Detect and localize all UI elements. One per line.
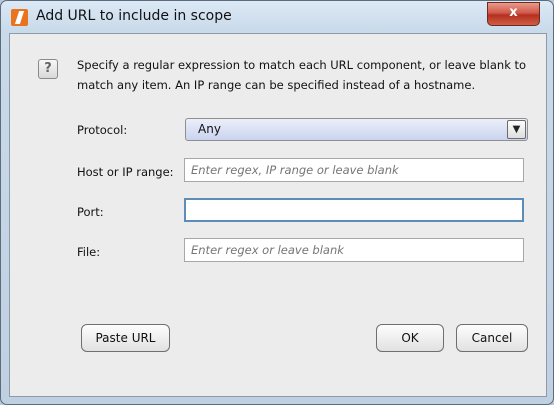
chevron-down-icon[interactable]: ▼ — [507, 120, 526, 139]
title-bar[interactable]: Add URL to include in scope x — [1, 1, 553, 33]
description-text: Specify a regular expression to match ea… — [77, 58, 527, 92]
protocol-label: Protocol: — [77, 123, 128, 137]
dialog-window: Add URL to include in scope x ? Specify … — [0, 0, 554, 405]
paste-url-button[interactable]: Paste URL — [81, 324, 170, 352]
protocol-select[interactable]: Any ▼ — [185, 118, 528, 141]
close-button[interactable]: x — [487, 2, 540, 26]
host-input[interactable] — [184, 158, 524, 182]
window-title: Add URL to include in scope — [36, 8, 232, 24]
protocol-value: Any — [198, 122, 221, 136]
host-label: Host or IP range: — [77, 165, 174, 179]
port-input[interactable] — [184, 198, 524, 222]
ok-button[interactable]: OK — [376, 324, 444, 352]
cancel-button[interactable]: Cancel — [456, 324, 528, 352]
app-icon — [11, 9, 28, 26]
file-input[interactable] — [184, 238, 524, 262]
port-label: Port: — [77, 205, 104, 219]
help-icon: ? — [38, 59, 58, 79]
file-label: File: — [77, 245, 101, 259]
dialog-content: ? Specify a regular expression to match … — [9, 33, 547, 397]
